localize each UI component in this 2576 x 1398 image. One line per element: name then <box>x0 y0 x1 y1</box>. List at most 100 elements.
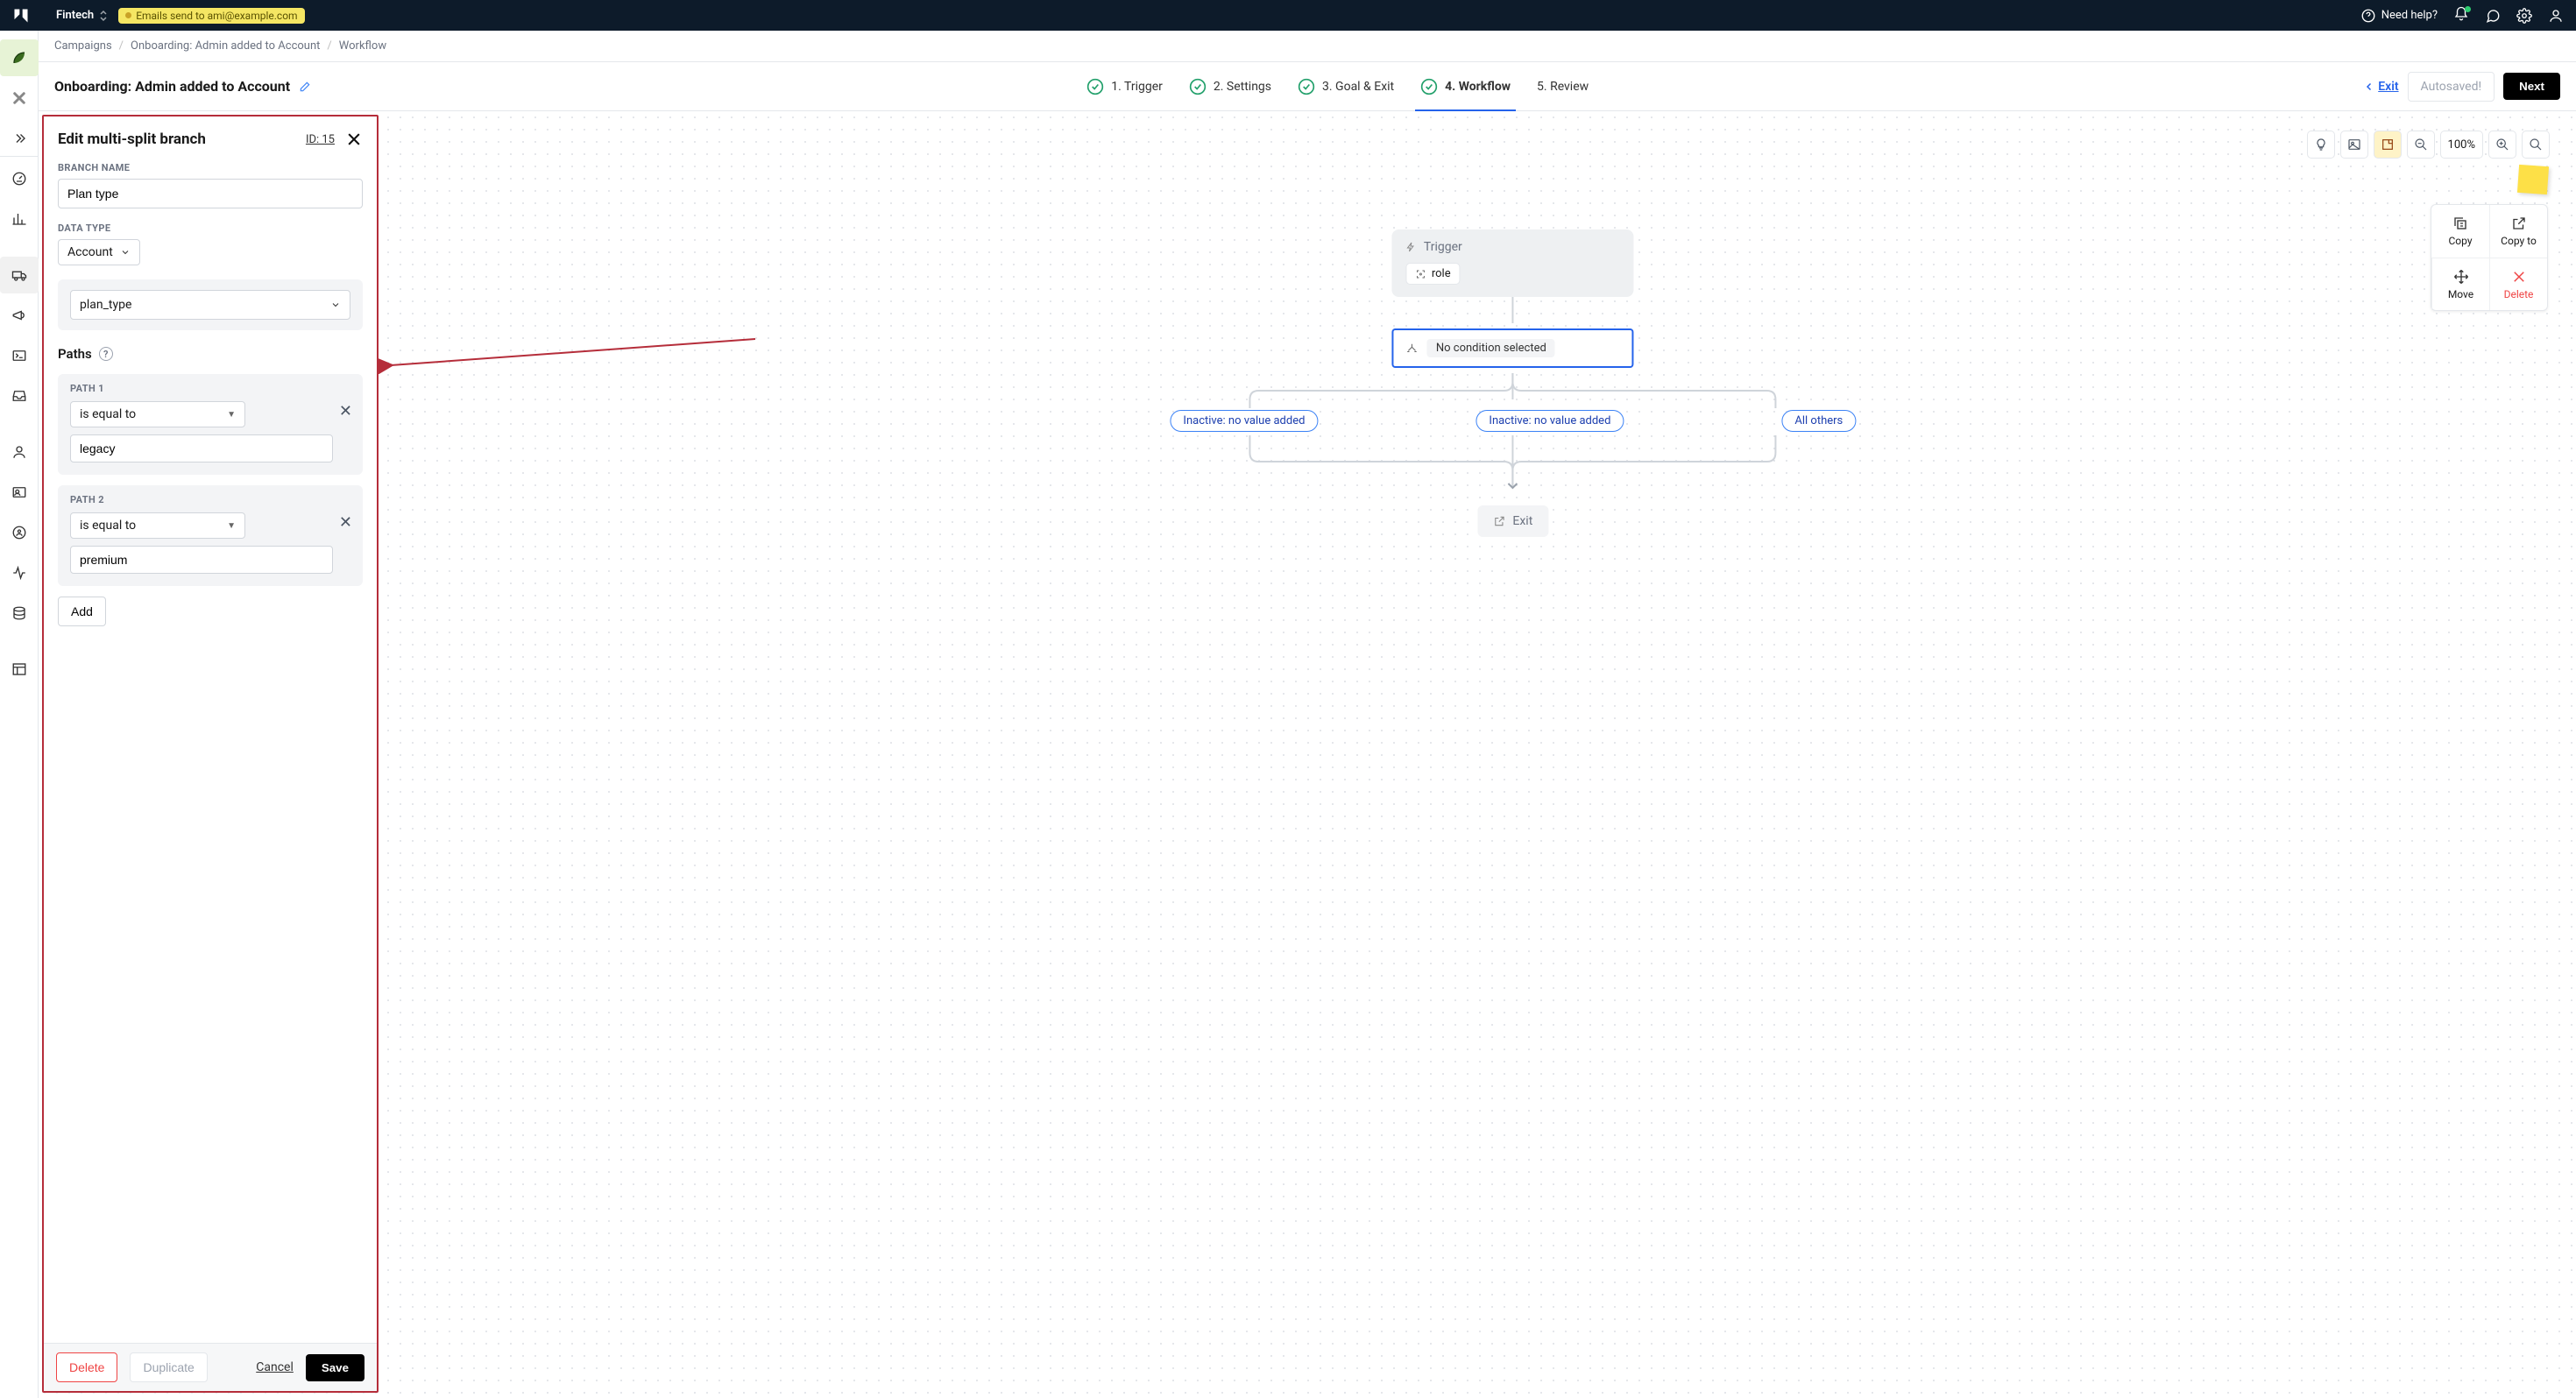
next-button[interactable]: Next <box>2503 73 2560 100</box>
rail-item-content[interactable] <box>0 651 39 688</box>
step-settings[interactable]: 2. Settings <box>1189 62 1271 111</box>
close-icon[interactable] <box>345 131 363 148</box>
node-move-button[interactable]: Move <box>2431 258 2489 310</box>
left-nav-rail <box>0 31 39 1398</box>
zoom-out-icon <box>2414 138 2428 152</box>
help-circle-icon <box>2360 8 2376 24</box>
step-trigger[interactable]: 1. Trigger <box>1086 62 1163 111</box>
rail-item-x[interactable] <box>0 80 39 116</box>
path-2-condition-select[interactable]: is equal to ▼ <box>70 512 245 539</box>
zoom-level[interactable]: 100% <box>2440 131 2483 159</box>
crumb-campaigns[interactable]: Campaigns <box>54 39 112 53</box>
rail-item-analytics[interactable] <box>0 201 39 237</box>
target-person-icon <box>11 525 27 540</box>
trigger-node[interactable]: Trigger role <box>1392 229 1634 297</box>
path-2-label: PATH 2 <box>70 494 350 505</box>
check-circle-icon <box>1298 78 1315 95</box>
exit-icon <box>1493 515 1505 527</box>
rail-item-deliveries[interactable] <box>0 378 39 414</box>
workspace-switcher[interactable]: Fintech <box>56 9 108 22</box>
path-2-remove[interactable]: ✕ <box>339 513 352 532</box>
autosaved-status: Autosaved! <box>2408 72 2495 102</box>
step-review[interactable]: 5. Review <box>1537 62 1589 111</box>
address-card-icon <box>11 484 27 500</box>
branch-pill-1[interactable]: Inactive: no value added <box>1170 410 1318 432</box>
branch-pill-2[interactable]: Inactive: no value added <box>1476 410 1624 432</box>
rail-expand-button[interactable] <box>0 120 38 157</box>
data-type-select[interactable]: Account <box>58 239 140 265</box>
path-1-value-input[interactable] <box>70 434 333 462</box>
stepper: 1. Trigger 2. Settings 3. Goal & Exit 4.… <box>1086 62 1589 111</box>
rail-item-data[interactable] <box>0 595 39 632</box>
app-logo-icon <box>12 7 30 25</box>
split-icon <box>1406 342 1419 355</box>
add-path-button[interactable]: Add <box>58 597 106 626</box>
exit-node[interactable]: Exit <box>1477 505 1548 537</box>
zoom-out-button[interactable] <box>2407 131 2435 159</box>
rail-item-segments[interactable] <box>0 514 39 551</box>
rail-item-activity[interactable] <box>0 554 39 591</box>
rail-item-accounts[interactable] <box>0 474 39 511</box>
path-1-remove[interactable]: ✕ <box>339 402 352 420</box>
note-button[interactable] <box>2374 131 2402 159</box>
check-circle-icon <box>1420 78 1438 95</box>
exit-link[interactable]: Exit <box>2364 80 2398 94</box>
lightbulb-button[interactable] <box>2307 131 2335 159</box>
branch-merge-connectors <box>1198 435 1829 488</box>
person-icon <box>11 444 27 460</box>
rail-item-dashboard[interactable] <box>0 160 39 197</box>
sticky-note[interactable] <box>2517 165 2549 194</box>
condition-node[interactable]: No condition selected <box>1392 328 1634 368</box>
image-button[interactable] <box>2340 131 2368 159</box>
truck-icon <box>11 267 27 283</box>
path-2-block: PATH 2 ✕ is equal to ▼ <box>58 485 363 586</box>
chevron-updown-icon <box>99 10 108 22</box>
chat-icon[interactable] <box>2485 8 2501 24</box>
rail-item-transactional[interactable] <box>0 337 39 374</box>
rail-item-home[interactable] <box>0 39 39 76</box>
step-goal-exit[interactable]: 3. Goal & Exit <box>1298 62 1394 111</box>
lightning-icon <box>1406 242 1417 252</box>
chevron-left-icon <box>2364 81 2374 92</box>
workflow-canvas[interactable]: Edit multi-split branch ID: 15 BRANCH NA… <box>39 111 2576 1398</box>
panel-save-button[interactable]: Save <box>306 1354 364 1381</box>
panel-id-link[interactable]: ID: 15 <box>306 133 335 146</box>
rail-item-broadcasts[interactable] <box>0 297 39 334</box>
search-button[interactable] <box>2522 131 2550 159</box>
paths-label: Paths <box>58 346 92 362</box>
need-help-link[interactable]: Need help? <box>2360 8 2438 24</box>
path-2-value-input[interactable] <box>70 546 333 574</box>
activity-icon <box>11 565 27 581</box>
branch-name-label: BRANCH NAME <box>58 162 363 173</box>
node-copy-button[interactable]: Copy <box>2431 205 2489 258</box>
role-chip[interactable]: role <box>1406 263 1461 285</box>
panel-title: Edit multi-split branch <box>58 131 206 148</box>
branch-name-input[interactable] <box>58 179 363 208</box>
annotation-arrow <box>379 330 764 374</box>
path-1-condition-select[interactable]: is equal to ▼ <box>70 401 245 427</box>
rail-item-campaigns[interactable] <box>0 257 39 293</box>
crumb-campaign-name[interactable]: Onboarding: Admin added to Account <box>131 39 320 53</box>
notifications-button[interactable] <box>2453 6 2469 25</box>
email-tag-badge[interactable]: Emails send to ami@example.com <box>118 8 304 24</box>
attribute-select[interactable]: plan_type <box>70 290 350 320</box>
branch-pill-allothers[interactable]: All others <box>1781 410 1856 432</box>
zoom-in-button[interactable] <box>2488 131 2516 159</box>
zoom-in-icon <box>2495 138 2509 152</box>
user-icon[interactable] <box>2548 8 2564 24</box>
step-workflow[interactable]: 4. Workflow <box>1420 62 1511 111</box>
gear-icon[interactable] <box>2516 8 2532 24</box>
megaphone-icon <box>11 307 27 323</box>
path-1-label: PATH 1 <box>70 383 350 394</box>
panel-duplicate-button: Duplicate <box>130 1352 207 1382</box>
panel-cancel-link[interactable]: Cancel <box>256 1360 294 1374</box>
panel-delete-button[interactable]: Delete <box>56 1352 117 1382</box>
condition-text: No condition selected <box>1427 339 1555 357</box>
help-circle-icon[interactable]: ? <box>99 347 113 361</box>
terminal-icon <box>11 348 27 364</box>
bar-chart-icon <box>11 211 27 227</box>
edit-pencil-icon[interactable] <box>299 81 311 93</box>
rail-item-people[interactable] <box>0 434 39 470</box>
node-copyto-button[interactable]: Copy to <box>2489 205 2547 258</box>
node-delete-button[interactable]: Delete <box>2489 258 2547 310</box>
